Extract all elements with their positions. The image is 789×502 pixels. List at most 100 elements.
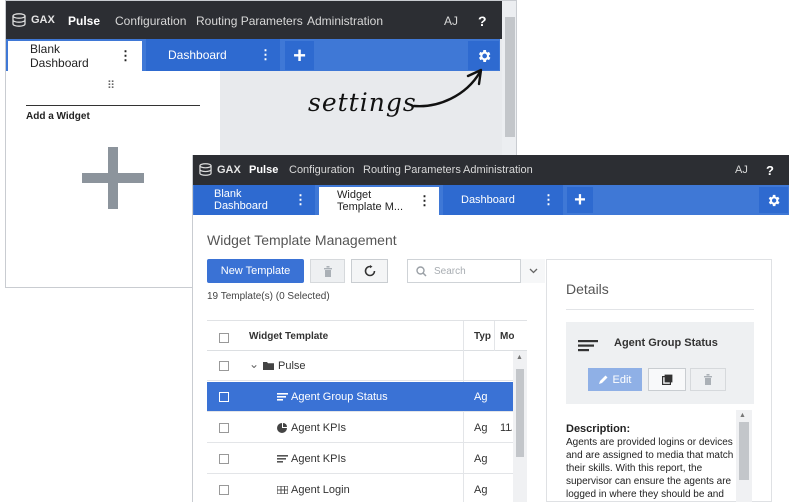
add-widget-panel: ⠿ Add a Widget (6, 71, 220, 287)
column-header[interactable]: Mo (500, 331, 514, 342)
scrollbar-thumb[interactable] (505, 17, 515, 137)
tab-blank-dashboard[interactable]: Blank Dashboard ⋮ (8, 39, 142, 71)
tab-label: Blank Dashboard (30, 42, 89, 70)
table-row[interactable]: Agent Login Ag (207, 475, 513, 502)
row-checkbox[interactable] (219, 392, 229, 402)
row-name: Pulse (278, 360, 306, 372)
nav-routing-parameters[interactable]: Routing Parameters (363, 164, 461, 176)
dashboard-tab-bar: Blank Dashboard ⋮ Widget Template M... ⋮… (193, 185, 789, 215)
description-heading: Description: (566, 423, 631, 435)
settings-button[interactable] (759, 187, 788, 213)
scrollbar-thumb[interactable] (516, 369, 524, 457)
tab-menu-icon[interactable]: ⋮ (418, 193, 431, 209)
database-icon (12, 13, 26, 27)
tab-blank-dashboard[interactable]: Blank Dashboard ⋮ (194, 185, 315, 215)
delete-template-button[interactable] (690, 368, 726, 391)
table-row[interactable]: Agent KPIs Ag 11/ (207, 413, 513, 443)
row-checkbox[interactable] (219, 423, 229, 433)
add-tab-button[interactable]: + (567, 187, 593, 213)
column-header[interactable]: Typ (474, 331, 491, 342)
select-all-checkbox[interactable] (219, 333, 229, 343)
help-button[interactable]: ? (766, 163, 774, 178)
tab-menu-icon[interactable]: ⋮ (119, 48, 132, 64)
gear-icon (478, 49, 490, 62)
row-name: Agent KPIs (291, 422, 347, 434)
search-placeholder: Search (434, 266, 466, 277)
nav-configuration[interactable]: Configuration (289, 164, 354, 176)
row-type: Ag (474, 422, 488, 434)
divider (26, 105, 200, 106)
settings-annotation: settings (308, 88, 417, 117)
refresh-icon (364, 265, 375, 277)
table-row[interactable]: Agent KPIs Ag (207, 444, 513, 474)
nav-pulse[interactable]: Pulse (249, 164, 278, 176)
table-header: Widget Template Typ Mo (207, 321, 527, 502)
database-icon (199, 163, 212, 176)
details-title: Details (566, 281, 609, 297)
details-panel: Details Agent Group Status Edit ▲ Descri… (546, 259, 772, 502)
grid-icon (277, 486, 288, 494)
search-dropdown-button[interactable] (520, 259, 545, 283)
row-name: Agent Group Status (291, 391, 388, 403)
pie-icon (277, 423, 287, 433)
row-type: Ag (474, 391, 488, 403)
user-menu[interactable]: AJ (735, 164, 748, 176)
trash-icon (704, 374, 712, 385)
tab-label: Blank Dashboard (214, 188, 268, 212)
refresh-button[interactable] (351, 259, 388, 283)
row-checkbox[interactable] (219, 361, 229, 371)
tab-menu-icon[interactable]: ⋮ (259, 47, 272, 63)
tab-dashboard[interactable]: Dashboard ⋮ (443, 185, 563, 215)
table-row[interactable]: ⌄ Pulse (207, 351, 513, 381)
list-lines-icon (277, 455, 288, 463)
tab-menu-icon[interactable]: ⋮ (542, 192, 555, 208)
add-widget-plus-icon[interactable] (82, 147, 144, 209)
page-title: Widget Template Management (207, 232, 397, 248)
drag-handle-icon[interactable]: ⠿ (107, 79, 115, 92)
nav-administration[interactable]: Administration (307, 14, 383, 28)
scroll-up-icon[interactable]: ▲ (516, 354, 523, 361)
copy-icon (661, 374, 672, 385)
nav-configuration[interactable]: Configuration (115, 14, 186, 28)
tab-widget-template-management[interactable]: Widget Template M... ⋮ (319, 185, 439, 215)
tab-label: Dashboard (168, 48, 227, 62)
chevron-down-icon (529, 268, 538, 274)
user-menu[interactable]: AJ (444, 14, 458, 28)
row-type: Ag (474, 484, 488, 496)
gear-icon (768, 194, 780, 206)
expand-chevron-icon[interactable]: ⌄ (249, 357, 259, 371)
tab-menu-icon[interactable]: ⋮ (294, 192, 307, 208)
edit-button[interactable]: Edit (588, 368, 642, 391)
row-type: Ag (474, 453, 488, 465)
top-navigation-bar: GAX Pulse Configuration Routing Paramete… (6, 1, 516, 39)
scrollbar-thumb[interactable] (739, 422, 749, 480)
description-text: Agents are provided logins or devices an… (566, 437, 734, 500)
template-count: 19 Template(s) (0 Selected) (207, 291, 330, 302)
add-widget-title: Add a Widget (26, 111, 90, 122)
tab-dashboard[interactable]: Dashboard ⋮ (146, 39, 280, 71)
column-header[interactable]: Widget Template (249, 331, 328, 342)
logo-text: GAX (217, 163, 241, 176)
edit-label: Edit (612, 373, 632, 386)
widget-template-window: GAX Pulse Configuration Routing Paramete… (192, 155, 789, 502)
delete-button[interactable] (310, 259, 345, 283)
copy-button[interactable] (648, 368, 686, 391)
row-modified: 11/ (500, 422, 512, 434)
tab-label: Dashboard (461, 194, 515, 206)
card-title: Agent Group Status (614, 337, 718, 349)
row-checkbox[interactable] (219, 485, 229, 495)
list-lines-icon (578, 340, 598, 352)
help-button[interactable]: ? (478, 13, 487, 29)
nav-administration[interactable]: Administration (463, 164, 533, 176)
template-card: Agent Group Status Edit (566, 322, 754, 404)
search-input[interactable]: Search (407, 259, 545, 283)
scroll-up-icon[interactable]: ▲ (739, 412, 746, 419)
new-template-button[interactable]: New Template (207, 259, 304, 283)
tab-label: Widget Template M... (337, 189, 404, 213)
trash-icon (323, 265, 332, 277)
table-row-selected[interactable]: Agent Group Status Ag (207, 382, 513, 412)
nav-pulse[interactable]: Pulse (68, 14, 100, 28)
add-tab-button[interactable]: + (285, 41, 314, 70)
nav-routing-parameters[interactable]: Routing Parameters (196, 14, 303, 28)
row-checkbox[interactable] (219, 454, 229, 464)
